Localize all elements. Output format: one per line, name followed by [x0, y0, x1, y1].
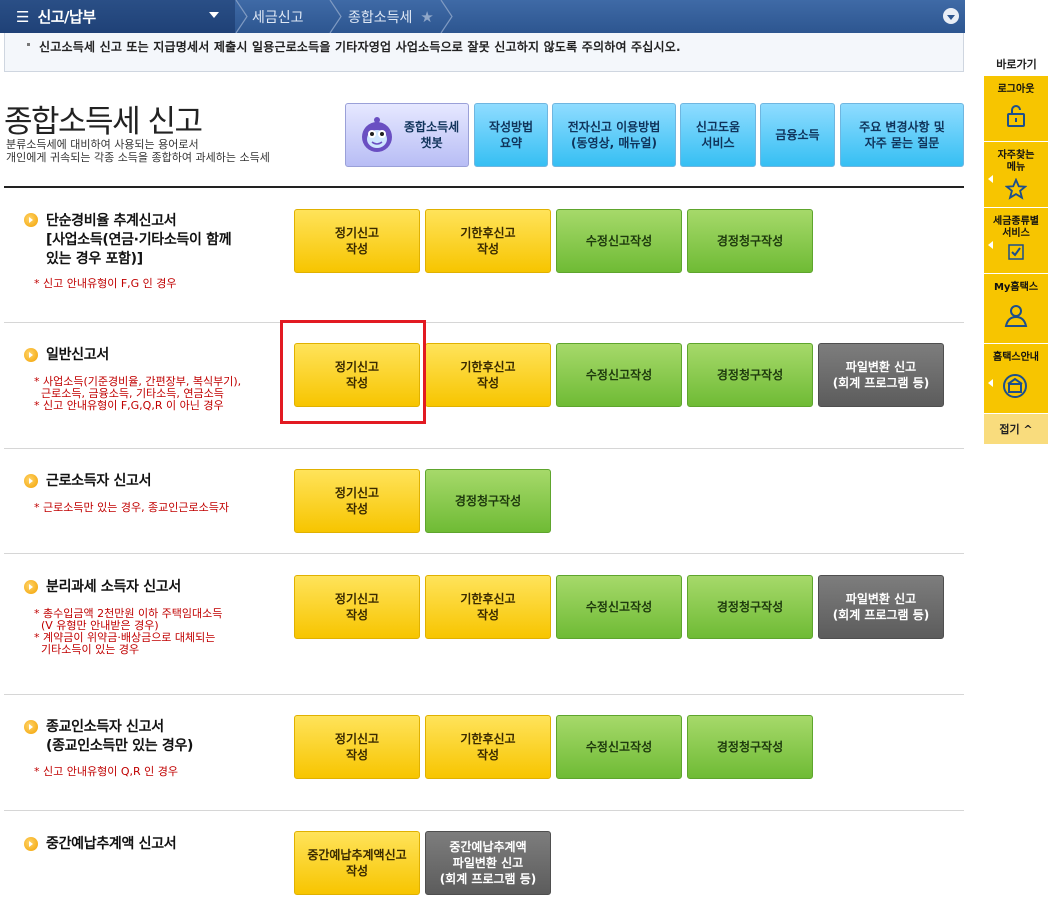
notice-text: 신고소득세 신고 또는 지급명세서 제출시 일용근로소득을 기타자영업 사업소득…: [39, 40, 681, 54]
section-bullet-icon: [24, 837, 38, 851]
regular-filing-button[interactable]: 정기신고 작성: [294, 469, 420, 533]
chatbot-icon: [360, 115, 394, 155]
section-bullet-icon: [24, 213, 38, 227]
arrow-left-icon: [988, 240, 993, 249]
interim-prepayment-filing-button[interactable]: 중간예납추계액신고 작성: [294, 831, 420, 895]
chatbot-button[interactable]: 종합소득세 챗봇: [345, 103, 469, 167]
financial-income-button[interactable]: 금융소득: [760, 103, 835, 167]
faq-button[interactable]: 주요 변경사항 및 자주 묻는 질문: [840, 103, 964, 167]
amended-filing-button[interactable]: 수정신고작성: [556, 575, 682, 639]
guide-summary-button[interactable]: 작성방법 요약: [474, 103, 548, 167]
quick-item-label: My홈택스: [993, 282, 1039, 293]
checkbox-icon: [984, 240, 1048, 260]
section-title-religious: 종교인소득자 신고서 (종교인소득만 있는 경우): [46, 719, 194, 754]
user-icon: [984, 294, 1048, 328]
caret-down-icon: [209, 12, 219, 18]
interim-file-conversion-button[interactable]: 중간예납추계액 파일변환 신고 (회계 프로그램 등): [425, 831, 551, 895]
section-bullet-icon: [24, 474, 38, 488]
page-description-line: 분류소득세에 대비하여 사용되는 용어로서: [6, 138, 199, 151]
amended-filing-button[interactable]: 수정신고작성: [556, 209, 682, 273]
late-filing-button[interactable]: 기한후신고 작성: [425, 209, 551, 273]
section-title-interim-prepayment: 중간예납추계액 신고서: [46, 836, 177, 852]
star-icon: [984, 174, 1048, 200]
quick-menu-header: 바로가기: [996, 58, 1037, 71]
regular-filing-button[interactable]: 정기신고 작성: [294, 209, 420, 273]
guide-icon: [984, 364, 1048, 400]
section-note: * 사업소득(기준경비율, 간편장부, 복식부기), 근로소득, 금융소득, 기…: [34, 375, 242, 412]
section-title-separate-taxation: 분리과세 소득자 신고서: [46, 579, 181, 595]
section-title-general: 일반신고서: [46, 347, 109, 363]
breadcrumb-separator-icon: [235, 0, 249, 33]
regular-filing-button[interactable]: 정기신고 작성: [294, 575, 420, 639]
refund-claim-button[interactable]: 경정청구작성: [687, 715, 813, 779]
breadcrumb-separator-icon: [329, 0, 343, 33]
regular-filing-button[interactable]: 정기신고 작성: [294, 715, 420, 779]
arrow-left-icon: [988, 378, 993, 387]
quick-item-label: 자주찾는 메뉴: [997, 150, 1035, 173]
section-title-earned-income: 근로소득자 신고서: [46, 473, 152, 489]
late-filing-button[interactable]: 기한후신고 작성: [425, 715, 551, 779]
section-divider: [4, 322, 964, 323]
notice-bullet-icon: [27, 43, 30, 46]
section-note: * 총수입금액 2천만원 이하 주택임대소득 (V 유형만 안내받은 경우) *…: [34, 607, 223, 656]
section-bullet-icon: [24, 580, 38, 594]
late-filing-button[interactable]: 기한후신고 작성: [425, 575, 551, 639]
top-nav-bar: ☰ 신고/납부 세금신고 종합소득세 ★: [0, 0, 965, 33]
late-filing-button[interactable]: 기한후신고 작성: [425, 343, 551, 407]
quick-hometax-guide[interactable]: 홈택스안내: [984, 344, 1048, 414]
star-icon[interactable]: ★: [420, 8, 433, 26]
efiling-guide-button[interactable]: 전자신고 이용방법 (동영상, 매뉴얼): [552, 103, 676, 167]
refund-claim-button[interactable]: 경정청구작성: [425, 469, 551, 533]
breadcrumb-separator-icon: [440, 0, 454, 33]
highlight-box: [280, 320, 426, 424]
section-divider: [4, 694, 964, 695]
refund-claim-button[interactable]: 경정청구작성: [687, 209, 813, 273]
breadcrumb-income-tax[interactable]: 종합소득세 ★: [348, 0, 434, 33]
section-bullet-icon: [24, 348, 38, 362]
fold-button[interactable]: 접기 ^: [984, 414, 1048, 444]
heading-divider: [4, 186, 964, 188]
section-note: * 신고 안내유형이 Q,R 인 경우: [34, 765, 178, 778]
lock-icon: [984, 96, 1048, 128]
quick-logout[interactable]: 로그아웃: [984, 76, 1048, 142]
amended-filing-button[interactable]: 수정신고작성: [556, 715, 682, 779]
chevron-down-icon: [947, 14, 955, 20]
page-description-line: 개인에게 귀속되는 각종 소득을 종합하여 과세하는 소득세: [6, 151, 270, 164]
page-title: 종합소득세 신고: [4, 104, 203, 140]
quick-item-label: 세금종류별 서비스: [993, 216, 1039, 239]
menu-toggle-button[interactable]: ☰ 신고/납부: [0, 0, 235, 33]
section-divider: [4, 810, 964, 811]
breadcrumb-label: 종합소득세: [348, 9, 413, 26]
section-title-simple-expense: 단순경비율 추계신고서 [사업소득(연금·기타소득이 함께 있는 경우 포함)]: [46, 213, 232, 267]
page-description: 분류소득세에 대비하여 사용되는 용어로서 개인에게 귀속되는 각종 소득을 종…: [6, 138, 336, 164]
quick-menu: 바로가기 로그아웃 자주찾는 메뉴 세금종류별 서비스 My홈택스 홈택스안내 …: [984, 56, 1049, 444]
chatbot-label: 종합소득세 챗봇: [404, 120, 460, 150]
menu-title: 신고/납부: [37, 8, 96, 26]
section-note: * 근로소득만 있는 경우, 종교인근로소득자: [34, 501, 230, 514]
notice-box: 신고소득세 신고 또는 지급명세서 제출시 일용근로소득을 기타자영업 사업소득…: [4, 33, 964, 72]
breadcrumb-tax-filing[interactable]: 세금신고: [252, 0, 304, 33]
refund-claim-button[interactable]: 경정청구작성: [687, 575, 813, 639]
section-divider: [4, 553, 964, 554]
hamburger-icon: ☰: [16, 7, 30, 26]
quick-item-label: 홈택스안내: [993, 352, 1039, 363]
quick-item-label: 로그아웃: [997, 84, 1035, 95]
file-conversion-button[interactable]: 파일변환 신고 (회계 프로그램 등): [818, 575, 944, 639]
quick-tax-type-services[interactable]: 세금종류별 서비스: [984, 208, 1048, 274]
refund-claim-button[interactable]: 경정청구작성: [687, 343, 813, 407]
quick-my-hometax[interactable]: My홈택스: [984, 274, 1048, 344]
section-bullet-icon: [24, 720, 38, 734]
expand-nav-button[interactable]: [943, 8, 959, 24]
arrow-left-icon: [988, 174, 993, 183]
filing-help-button[interactable]: 신고도움 서비스: [680, 103, 756, 167]
section-note: * 신고 안내유형이 F,G 인 경우: [34, 277, 177, 290]
amended-filing-button[interactable]: 수정신고작성: [556, 343, 682, 407]
section-divider: [4, 448, 964, 449]
quick-frequent-menu[interactable]: 자주찾는 메뉴: [984, 142, 1048, 208]
file-conversion-button[interactable]: 파일변환 신고 (회계 프로그램 등): [818, 343, 944, 407]
